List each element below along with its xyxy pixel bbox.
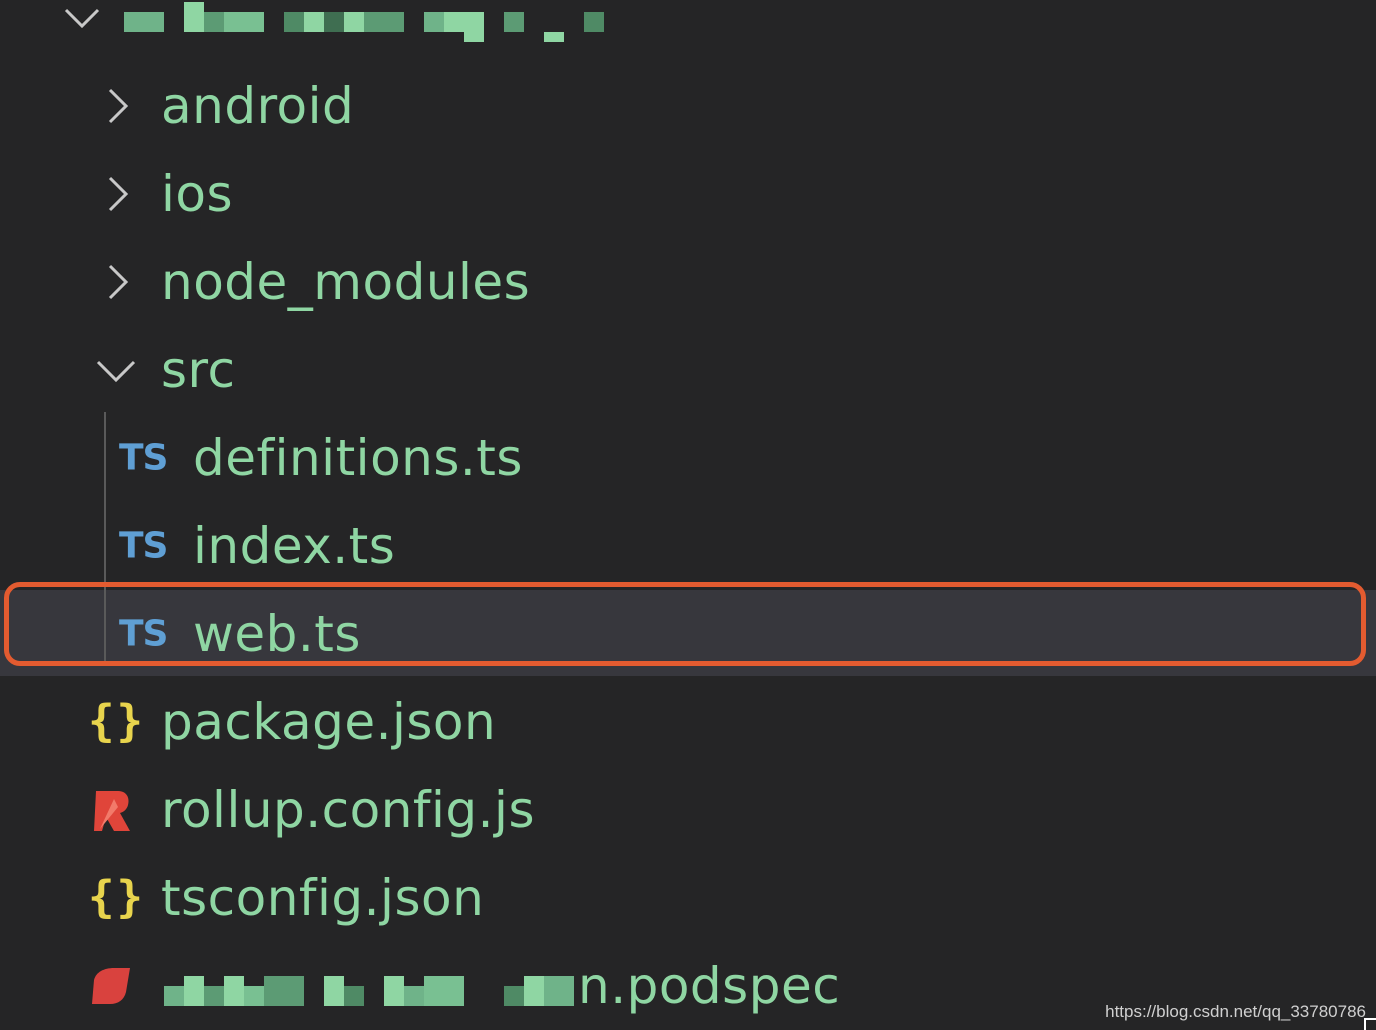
json-file-icon: {}: [88, 695, 145, 747]
file-row-tsconfig-json[interactable]: {} tsconfig.json: [0, 854, 1376, 942]
typescript-file-icon: TS: [119, 437, 168, 479]
file-label: n.podspec: [578, 957, 841, 1015]
file-label: index.ts: [193, 517, 396, 575]
folder-row-src[interactable]: src: [0, 326, 1376, 414]
file-label: definitions.ts: [193, 429, 523, 487]
file-row-index-ts[interactable]: TS index.ts: [0, 502, 1376, 590]
chevron-right-icon: [98, 86, 138, 126]
chevron-right-icon: [98, 174, 138, 214]
watermark-url: https://blog.csdn.net/qq_33780786: [1105, 1002, 1366, 1021]
file-label: rollup.config.js: [161, 781, 535, 839]
file-row-package-json[interactable]: {} package.json: [0, 678, 1376, 766]
podspec-ruby-icon: [90, 966, 134, 1006]
chevron-down-icon: [62, 0, 102, 38]
file-label: tsconfig.json: [161, 869, 485, 927]
folder-label: ios: [161, 165, 234, 223]
corner-mark: [1364, 1018, 1376, 1030]
chevron-right-icon: [98, 262, 138, 302]
file-row-definitions-ts[interactable]: TS definitions.ts: [0, 414, 1376, 502]
file-row-rollup-config-js[interactable]: rollup.config.js: [0, 766, 1376, 854]
folder-label: node_modules: [161, 253, 531, 311]
highlight-annotation-box: [4, 582, 1366, 666]
typescript-file-icon: TS: [119, 525, 168, 567]
folder-label: src: [161, 341, 236, 399]
chevron-down-icon: [96, 350, 136, 390]
folder-row-node-modules[interactable]: node_modules: [0, 238, 1376, 326]
root-folder-row[interactable]: [0, 0, 1376, 62]
folder-row-ios[interactable]: ios: [0, 150, 1376, 238]
folder-row-android[interactable]: android: [0, 62, 1376, 150]
rollup-icon: [92, 787, 132, 833]
folder-label: android: [161, 77, 355, 135]
json-file-icon: {}: [88, 871, 145, 923]
file-explorer-tree: android ios node_modules src TS definiti…: [0, 0, 1376, 1030]
file-label: package.json: [161, 693, 497, 751]
